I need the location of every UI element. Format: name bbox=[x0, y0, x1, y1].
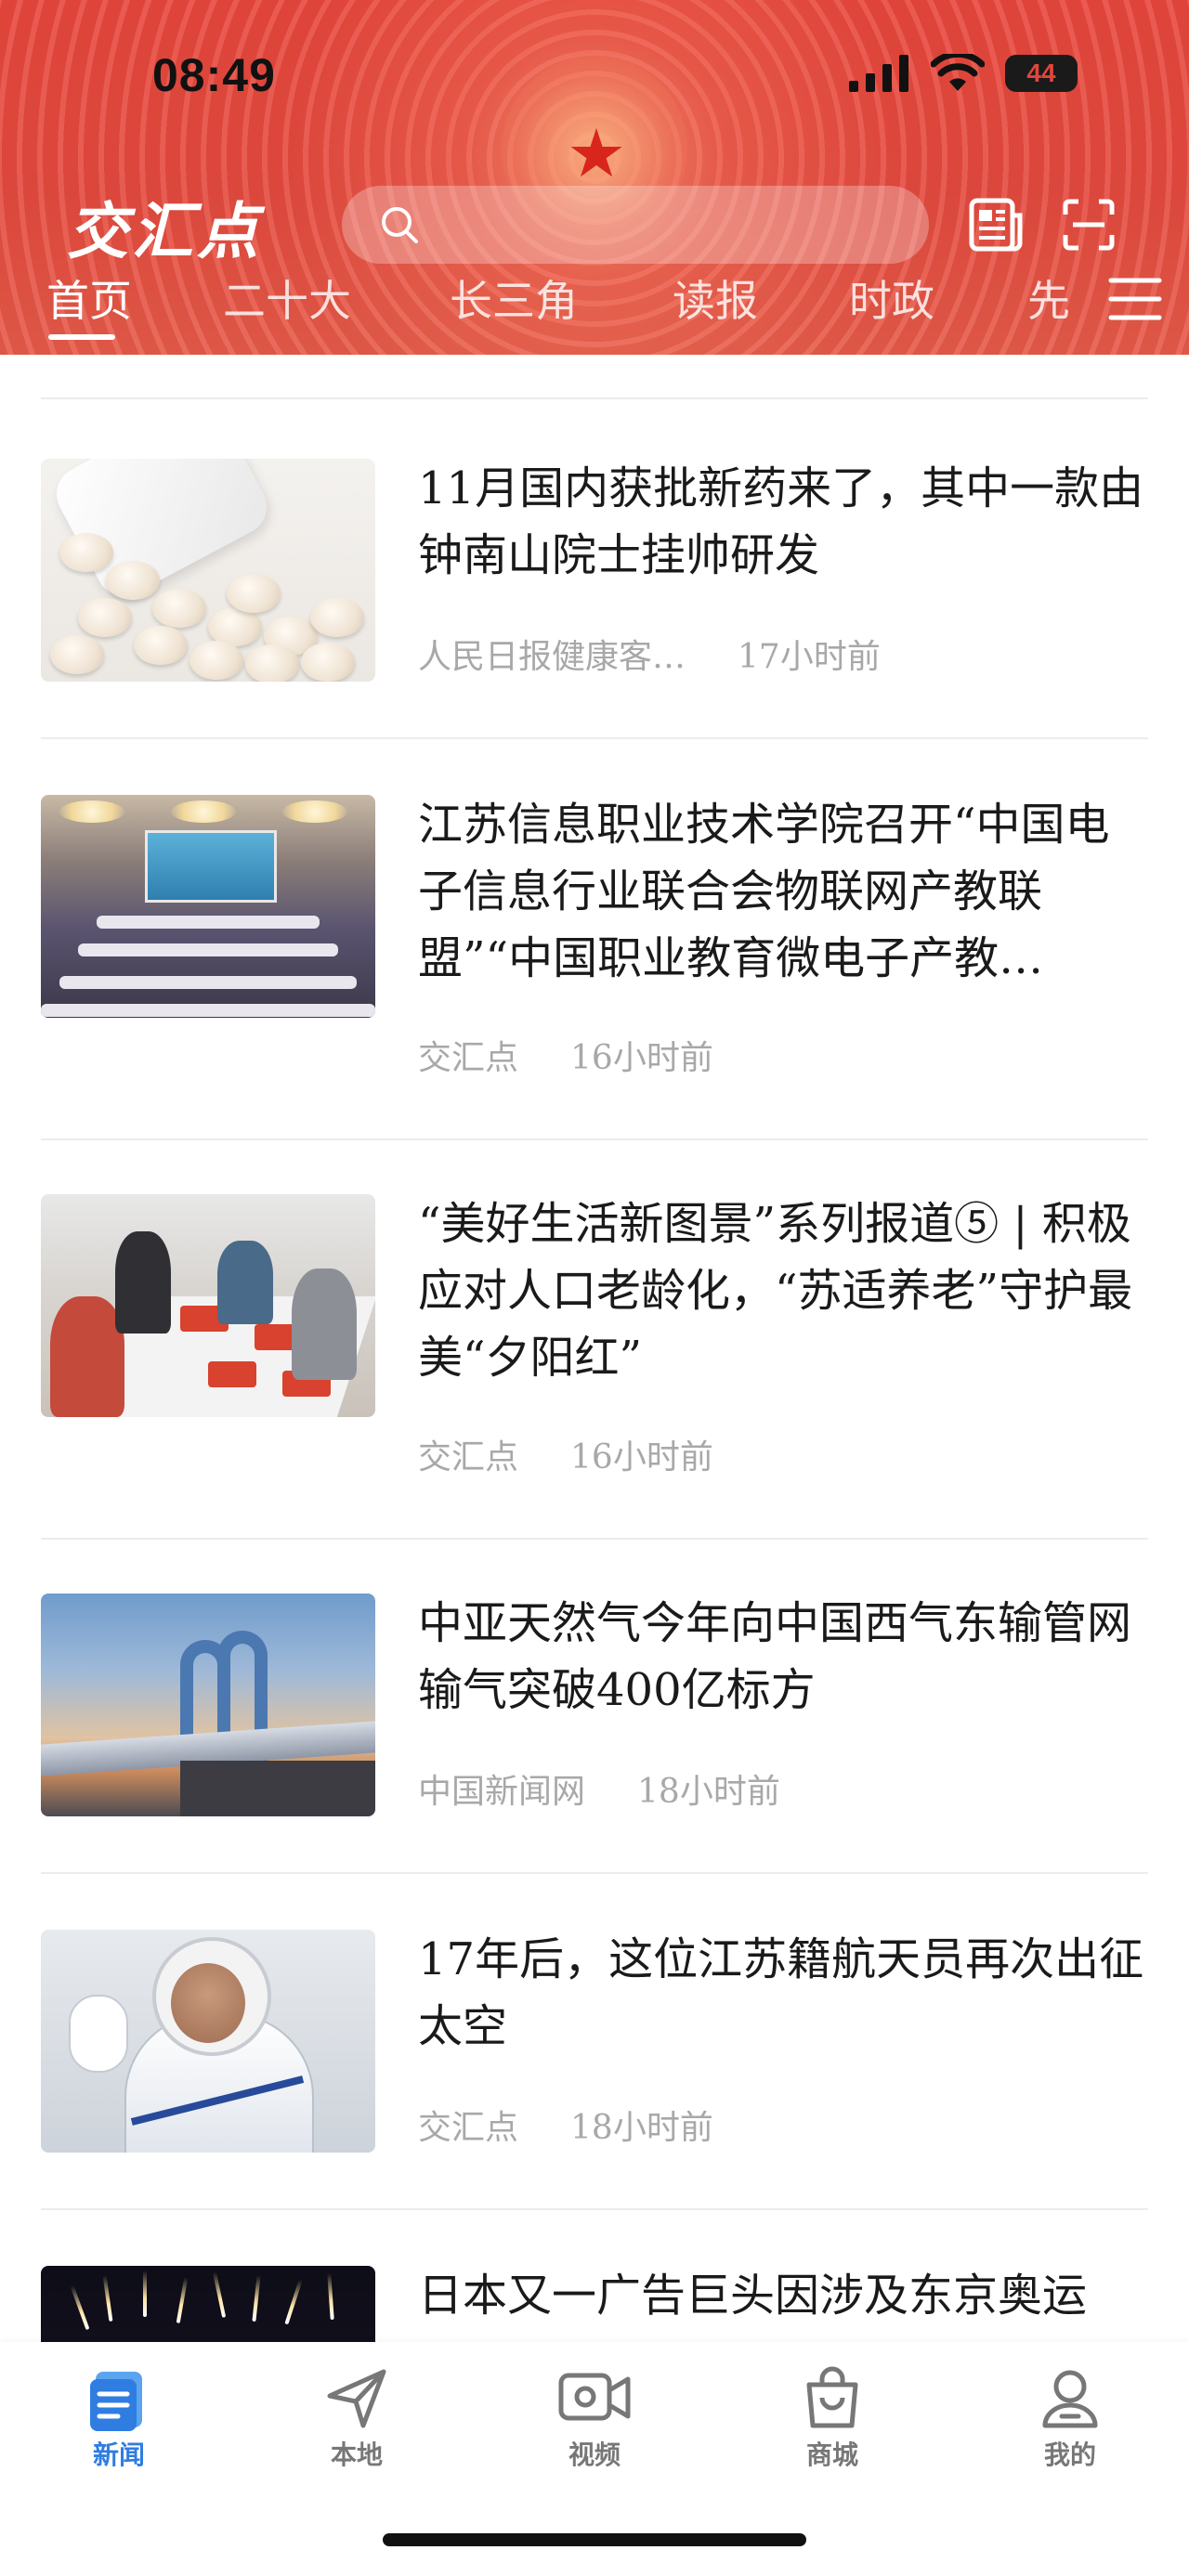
article-time: 16小时前 bbox=[570, 1438, 713, 1477]
news-icon bbox=[90, 2372, 142, 2431]
paper-plane-icon bbox=[327, 2369, 386, 2428]
article-meta: 中国新闻网 18小时前 bbox=[418, 1764, 780, 1813]
newspaper-icon bbox=[969, 198, 1023, 252]
article-meta: 交汇点 16小时前 bbox=[418, 1031, 713, 1079]
status-icons: 44 bbox=[849, 54, 1078, 93]
article-time: 18小时前 bbox=[637, 1773, 780, 1811]
article-title[interactable]: 中亚天然气今年向中国西气东输管网输气突破400亿标方 bbox=[418, 1590, 1152, 1724]
tab-politics[interactable]: 时政 bbox=[849, 267, 934, 329]
video-camera-icon bbox=[558, 2373, 631, 2421]
tab-read-paper[interactable]: 读报 bbox=[673, 267, 758, 329]
nav-mall[interactable]: 商城 bbox=[767, 2366, 897, 2472]
article-source: 人民日报健康客… bbox=[418, 638, 686, 676]
article-meta: 交汇点 16小时前 bbox=[418, 1430, 713, 1478]
signal-icon bbox=[849, 55, 908, 92]
star-icon: ★ bbox=[566, 114, 627, 192]
wifi-icon bbox=[931, 54, 985, 91]
scan-button[interactable] bbox=[1055, 191, 1122, 258]
article-time: 16小时前 bbox=[570, 1039, 713, 1077]
battery-icon: 44 bbox=[1005, 55, 1078, 92]
app-header: ★ 08:49 44 交汇点 首页 二十大 长三角 读报 时政 先 bbox=[0, 0, 1189, 355]
nav-label: 视频 bbox=[568, 2439, 621, 2470]
newspaper-button[interactable] bbox=[962, 191, 1029, 258]
article-title[interactable]: 日本又一广告巨头因涉及东京奥运 bbox=[418, 2262, 1152, 2329]
divider bbox=[41, 737, 1148, 739]
nav-profile[interactable]: 我的 bbox=[1005, 2366, 1135, 2472]
nav-label: 我的 bbox=[1043, 2439, 1096, 2470]
divider bbox=[41, 1872, 1148, 1874]
divider bbox=[41, 397, 1148, 399]
tab-partial[interactable]: 先 bbox=[1027, 267, 1070, 329]
active-tab-indicator bbox=[48, 334, 115, 340]
divider bbox=[41, 1138, 1148, 1140]
home-indicator bbox=[383, 2533, 806, 2546]
tab-home[interactable]: 首页 bbox=[46, 267, 132, 329]
nav-label: 商城 bbox=[805, 2439, 858, 2470]
article-title[interactable]: 17年后，这位江苏籍航天员再次出征太空 bbox=[418, 1926, 1152, 2060]
channel-tabs: 首页 二十大 长三角 读报 时政 先 bbox=[0, 260, 1189, 353]
article-source: 交汇点 bbox=[418, 2109, 519, 2147]
article-thumbnail-pills bbox=[41, 459, 375, 682]
user-profile-icon bbox=[1042, 2370, 1098, 2428]
article-title[interactable]: 11月国内获批新药来了，其中一款由钟南山院士挂帅研发 bbox=[418, 455, 1152, 589]
menu-icon[interactable] bbox=[1107, 273, 1163, 325]
nav-local[interactable]: 本地 bbox=[292, 2366, 422, 2472]
nav-label: 本地 bbox=[330, 2439, 383, 2470]
article-thumbnail-conference bbox=[41, 795, 375, 1018]
nav-video[interactable]: 视频 bbox=[529, 2366, 660, 2472]
article-meta: 人民日报健康客… 17小时前 bbox=[418, 630, 881, 678]
nav-news[interactable]: 新闻 bbox=[54, 2366, 184, 2472]
app-logo: 交汇点 bbox=[67, 195, 262, 267]
divider bbox=[41, 1538, 1148, 1540]
article-time: 17小时前 bbox=[738, 638, 881, 676]
search-input[interactable] bbox=[437, 206, 886, 243]
divider bbox=[41, 2208, 1148, 2210]
tab-20th-congress[interactable]: 二十大 bbox=[223, 267, 351, 329]
shopping-bag-icon bbox=[806, 2366, 858, 2428]
tab-yangtze-delta[interactable]: 长三角 bbox=[450, 267, 578, 329]
battery-level: 44 bbox=[1026, 59, 1056, 87]
search-bar[interactable] bbox=[342, 186, 929, 264]
article-title[interactable]: 江苏信息职业技术学院召开“中国电子信息行业联合会物联网产教联盟”“中国职业教育微… bbox=[418, 791, 1152, 992]
article-thumbnail-elderly-dining bbox=[41, 1194, 375, 1417]
article-source: 交汇点 bbox=[418, 1039, 519, 1077]
article-source: 交汇点 bbox=[418, 1438, 519, 1477]
article-time: 18小时前 bbox=[570, 2109, 713, 2147]
article-meta: 交汇点 18小时前 bbox=[418, 2101, 713, 2149]
article-thumbnail-astronaut bbox=[41, 1930, 375, 2153]
article-title[interactable]: “美好生活新图景”系列报道⑤ | 积极应对人口老龄化，“苏适养老”守护最美“夕阳… bbox=[418, 1190, 1152, 1391]
search-icon bbox=[382, 207, 418, 243]
nav-label: 新闻 bbox=[92, 2439, 145, 2470]
article-thumbnail-gas-pipeline bbox=[41, 1594, 375, 1816]
scan-icon bbox=[1063, 199, 1115, 251]
status-time: 08:49 bbox=[152, 49, 276, 101]
article-source: 中国新闻网 bbox=[418, 1773, 586, 1811]
